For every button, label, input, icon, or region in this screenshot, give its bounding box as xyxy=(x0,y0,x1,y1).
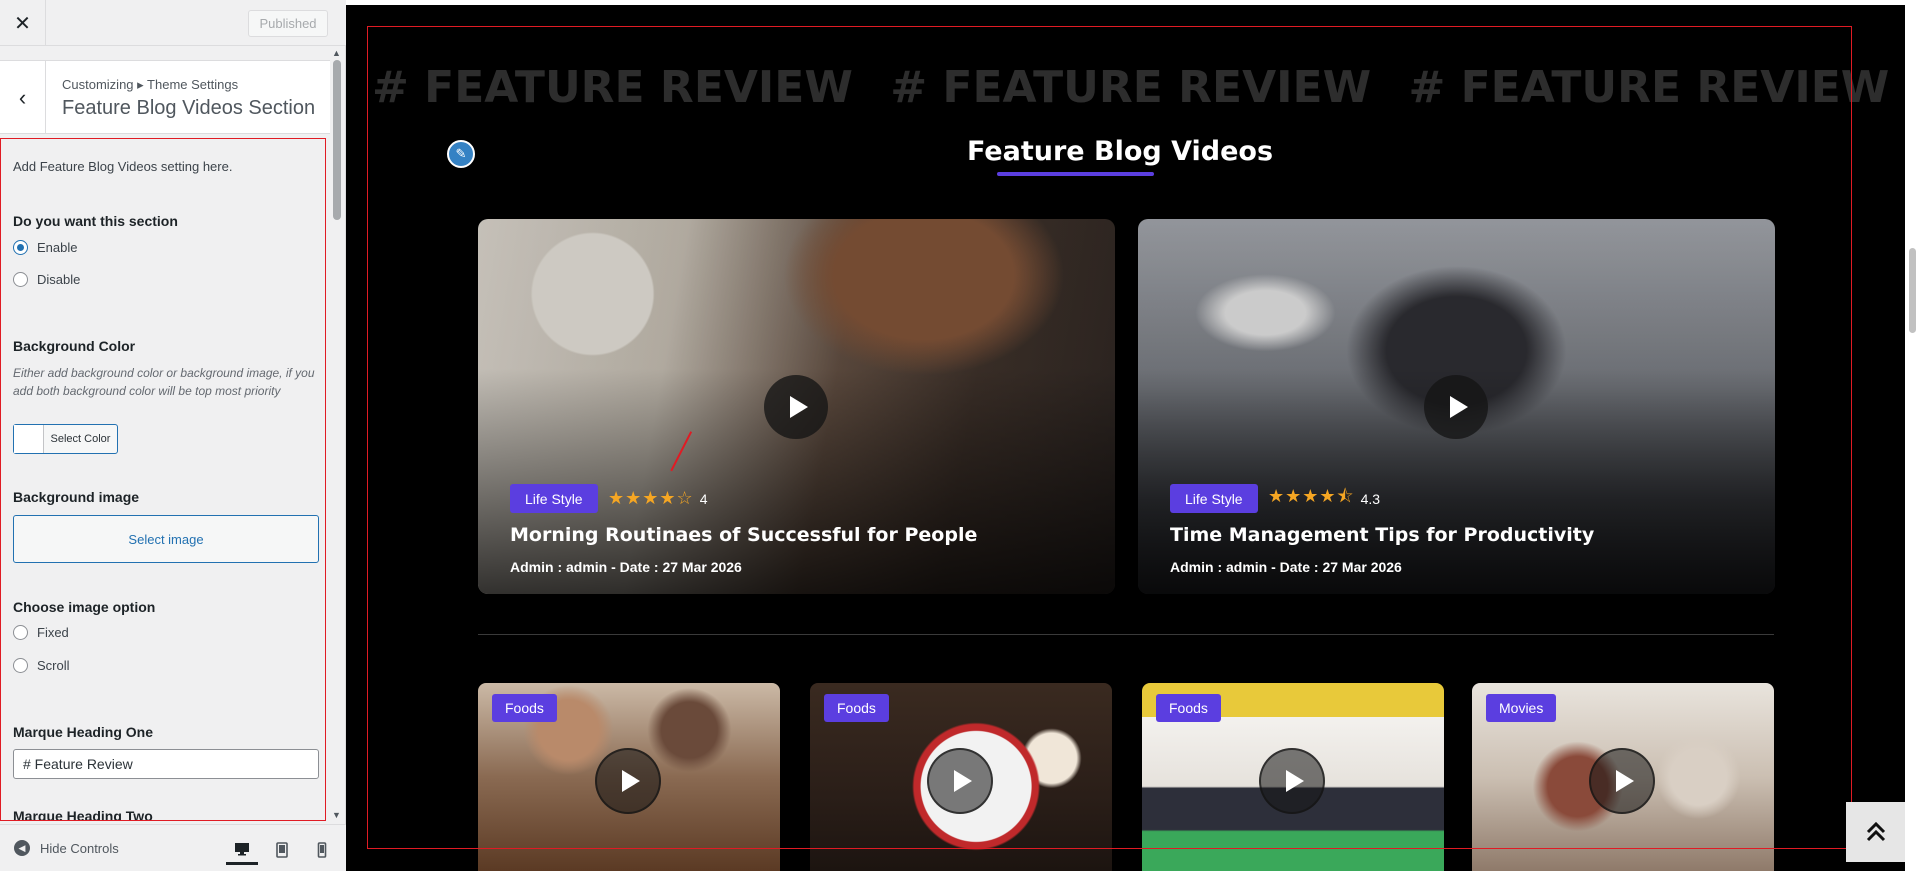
section-heading: Feature Blog Videos xyxy=(966,136,1274,167)
panel-title: Feature Blog Videos Section xyxy=(62,97,316,119)
card-title[interactable]: Morning Routinaes of Successful for Peop… xyxy=(510,524,977,546)
play-icon[interactable] xyxy=(927,748,993,814)
radio-scroll-label: Scroll xyxy=(37,658,70,673)
radio-disable-dot[interactable] xyxy=(13,272,28,287)
scroll-down-icon[interactable]: ▼ xyxy=(332,810,341,820)
marquee-item: # FEATURE REVIEW xyxy=(890,62,1372,113)
radio-fixed[interactable]: Fixed xyxy=(13,625,69,640)
panel-description: Add Feature Blog Videos setting here. xyxy=(13,159,233,174)
section-title-bar: ‹ Customizing ▸ Theme Settings Feature B… xyxy=(0,60,330,134)
image-option-label: Choose image option xyxy=(13,599,156,615)
video-card-small[interactable]: Foods xyxy=(810,683,1112,871)
controls-panel: Add Feature Blog Videos setting here. Do… xyxy=(0,138,326,821)
marque-one-input[interactable]: # Feature Review xyxy=(13,749,319,779)
color-swatch[interactable] xyxy=(14,425,44,453)
marque-one-label: Marque Heading One xyxy=(13,724,154,740)
close-icon[interactable]: ✕ xyxy=(0,0,46,46)
category-tag[interactable]: Foods xyxy=(492,694,557,722)
video-card-large[interactable]: Life Style ★★★★☆ 4 Morning Routinaes of … xyxy=(478,219,1115,594)
radio-scroll[interactable]: Scroll xyxy=(13,658,70,673)
section-divider xyxy=(478,634,1774,635)
site-preview: # FEATURE REVIEW # FEATURE REVIEW # FEAT… xyxy=(346,0,1920,871)
play-icon[interactable] xyxy=(1589,748,1655,814)
rating-value: 4 xyxy=(699,490,708,507)
preview-scrollbar[interactable] xyxy=(1905,0,1920,871)
tablet-icon[interactable] xyxy=(266,835,298,865)
heading-underline xyxy=(997,172,1154,176)
mobile-icon[interactable] xyxy=(306,835,338,865)
rating-stars: ★★★★☆ 4 xyxy=(608,484,707,513)
category-tag[interactable]: Life Style xyxy=(510,484,598,513)
hide-controls-button[interactable]: ◀ Hide Controls xyxy=(14,840,119,856)
background-color-note: Either add background color or backgroun… xyxy=(13,366,315,398)
stars-icon: ★★★★⯪ xyxy=(1268,485,1355,506)
radio-disable-label: Disable xyxy=(37,272,81,287)
rating-value: 4.3 xyxy=(1360,490,1381,507)
radio-fixed-dot[interactable] xyxy=(13,625,28,640)
radio-enable-dot[interactable] xyxy=(13,240,28,255)
rating-stars: ★★★★⯪ 4.3 xyxy=(1268,484,1380,513)
marquee-item: # FEATURE REVIEW xyxy=(1408,62,1890,113)
marquee-item: # FEATURE REVIEW xyxy=(372,62,853,113)
back-arrow-icon[interactable]: ‹ xyxy=(0,61,46,134)
customizer-header: ✕ Published xyxy=(0,0,346,46)
sidebar-scrollbar-thumb[interactable] xyxy=(333,60,341,220)
scroll-up-icon[interactable]: ▲ xyxy=(332,48,341,58)
category-tag[interactable]: Foods xyxy=(824,694,889,722)
breadcrumb: Customizing ▸ Theme Settings xyxy=(62,77,239,92)
category-tag[interactable]: Life Style xyxy=(1170,484,1258,513)
stars-icon: ★★★★☆ xyxy=(608,488,694,508)
select-color-label: Select Color xyxy=(50,433,111,445)
background-image-label: Background image xyxy=(13,489,140,505)
select-image-button[interactable]: Select image xyxy=(13,515,319,563)
card-title[interactable]: Time Management Tips for Productivity xyxy=(1170,524,1594,546)
preview-top-strip xyxy=(346,0,1920,5)
radio-enable[interactable]: Enable xyxy=(13,240,77,255)
card-meta: Admin : admin - Date : 27 Mar 2026 xyxy=(510,559,742,575)
hide-controls-label: Hide Controls xyxy=(40,840,119,856)
hide-controls-icon: ◀ xyxy=(14,840,30,856)
double-chevron-up-icon xyxy=(1866,821,1886,842)
play-icon[interactable] xyxy=(764,375,828,439)
radio-scroll-dot[interactable] xyxy=(13,658,28,673)
play-icon[interactable] xyxy=(595,748,661,814)
marque-two-label: Marque Heading Two xyxy=(13,808,153,821)
radio-disable[interactable]: Disable xyxy=(13,272,80,287)
radio-enable-label: Enable xyxy=(37,240,78,255)
video-card-large[interactable]: Life Style ★★★★⯪ 4.3 Time Management Tip… xyxy=(1138,219,1775,594)
select-color-button[interactable]: Select Color xyxy=(13,424,118,454)
customizer-sidebar: ✕ Published ‹ Customizing ▸ Theme Settin… xyxy=(0,0,346,871)
video-card-small[interactable]: Foods xyxy=(1142,683,1444,871)
desktop-icon[interactable] xyxy=(226,835,258,865)
section-toggle-label: Do you want this section xyxy=(13,213,178,229)
card-meta: Admin : admin - Date : 27 Mar 2026 xyxy=(1170,559,1402,575)
video-card-small[interactable]: Movies xyxy=(1472,683,1774,871)
category-tag[interactable]: Movies xyxy=(1486,694,1557,722)
play-icon[interactable] xyxy=(1424,375,1488,439)
preview-scrollbar-thumb[interactable] xyxy=(1909,248,1916,333)
video-card-small[interactable]: Foods xyxy=(478,683,780,871)
background-color-label: Background Color xyxy=(13,338,136,354)
radio-fixed-label: Fixed xyxy=(37,625,69,640)
category-tag[interactable]: Foods xyxy=(1156,694,1221,722)
play-icon[interactable] xyxy=(1259,748,1325,814)
customizer-footer: ◀ Hide Controls xyxy=(0,824,346,871)
marquee-heading: # FEATURE REVIEW # FEATURE REVIEW # FEAT… xyxy=(372,62,1911,113)
scroll-to-top-button[interactable] xyxy=(1846,802,1906,862)
publish-button[interactable]: Published xyxy=(248,10,328,37)
